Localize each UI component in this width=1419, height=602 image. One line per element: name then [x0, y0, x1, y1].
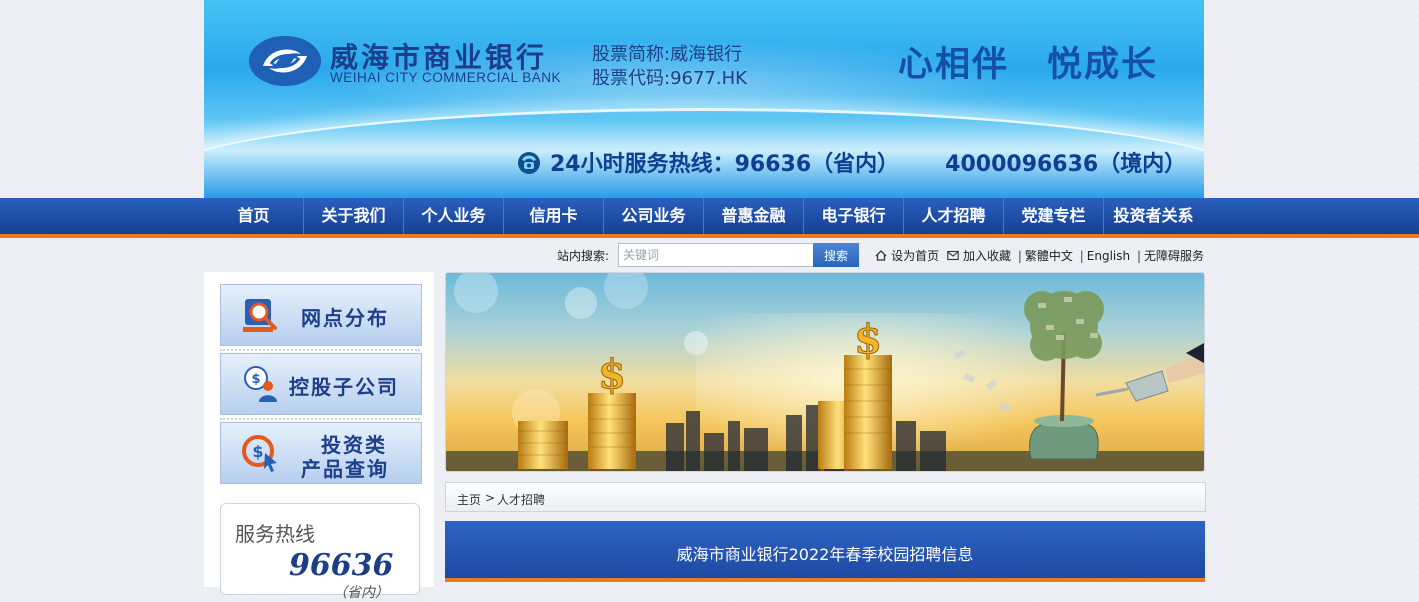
svg-text:$: $: [854, 316, 882, 363]
hotline-box-number: 96636: [289, 548, 394, 583]
search-button[interactable]: 搜索: [813, 243, 859, 267]
hotline-international: 4000096636（境内）: [945, 152, 1187, 177]
hero-banner-image: $ $: [445, 272, 1205, 472]
bank-logo-icon[interactable]: [249, 36, 321, 86]
subsidiaries-label: 控股子公司: [289, 375, 399, 399]
nav-item-personal[interactable]: 个人业务: [404, 198, 504, 234]
sidebar: 网点分布 $ 控股子公司 $ 投资类 产品查询 服务热线 96636 （省内）: [204, 272, 434, 601]
bank-name-en: WEIHAI CITY COMMERCIAL BANK: [330, 70, 562, 85]
separator: |: [1136, 249, 1141, 263]
breadcrumb: 主页 > 人才招聘: [445, 482, 1206, 512]
nav-item-inclusive-finance[interactable]: 普惠金融: [704, 198, 804, 234]
slogan-part-1: 心相伴: [898, 45, 1010, 85]
add-favorite-link[interactable]: 加入收藏: [963, 249, 1011, 263]
article-title-bar: 威海市商业银行2022年春季校园招聘信息: [445, 521, 1205, 582]
telephone-icon: [518, 152, 540, 174]
home-icon: [875, 250, 887, 261]
svg-text:$: $: [252, 442, 263, 461]
magnifier-map-icon: [243, 299, 277, 332]
person-money-icon: $: [244, 366, 277, 402]
slogan: 心相伴 悦成长: [898, 36, 1196, 87]
nav-item-careers[interactable]: 人才招聘: [904, 198, 1004, 234]
accessibility-link[interactable]: 无障碍服务: [1144, 249, 1204, 263]
stock-name: 股票简称:威海银行: [592, 44, 743, 65]
nav-item-credit-card[interactable]: 信用卡: [504, 198, 604, 234]
breadcrumb-current[interactable]: 人才招聘: [497, 491, 545, 508]
investment-products-label-line2: 产品查询: [301, 457, 389, 481]
finance-growth-illustration: $ $: [446, 273, 1204, 471]
main-nav-bar: 首页 关于我们 个人业务 信用卡 公司业务 普惠金融 电子银行 人才招聘 党建专…: [0, 198, 1419, 238]
branch-locator-label: 网点分布: [301, 306, 389, 330]
utility-links: 设为首页 加入收藏 | 繁體中文 | English | 无障碍服务: [875, 247, 1204, 264]
header-banner: 威海市商业银行 WEIHAI CITY COMMERCIAL BANK 股票简称…: [204, 0, 1204, 198]
nav-item-party-building[interactable]: 党建专栏: [1004, 198, 1104, 234]
dollar-cursor-icon: $: [242, 435, 277, 472]
hotline-domestic: 24小时服务热线：96636（省内）: [550, 152, 900, 177]
separator: |: [1079, 249, 1084, 263]
service-hotline-box: 服务热线 96636 （省内）: [220, 503, 420, 601]
hotline-box-region: （省内）: [333, 585, 389, 601]
separator: |: [1017, 249, 1022, 263]
article-title: 威海市商业银行2022年春季校园招聘信息: [676, 545, 974, 564]
breadcrumb-home-link[interactable]: 主页: [457, 491, 481, 508]
breadcrumb-arrow: >: [485, 491, 496, 505]
divider: [220, 349, 420, 351]
stock-code: 股票代码:9677.HK: [592, 68, 747, 89]
service-hotline: 24小时服务热线：96636（省内） 4000096636（境内）: [516, 146, 1186, 178]
subsidiaries-button[interactable]: $ 控股子公司: [220, 353, 422, 415]
nav-item-e-banking[interactable]: 电子银行: [804, 198, 904, 234]
divider: [220, 418, 420, 420]
svg-text:$: $: [598, 351, 626, 398]
utility-bar: 站内搜索: 搜索 设为首页 加入收藏 |繁體中文 |English |无障碍服务: [204, 241, 1204, 269]
hotline-box-title: 服务热线: [235, 522, 315, 546]
nav-item-investor-relations[interactable]: 投资者关系: [1104, 198, 1203, 234]
traditional-chinese-link[interactable]: 繁體中文: [1025, 249, 1073, 263]
nav-item-about[interactable]: 关于我们: [304, 198, 404, 234]
nav-item-corporate[interactable]: 公司业务: [604, 198, 704, 234]
search-input[interactable]: [618, 243, 818, 267]
set-home-link[interactable]: 设为首页: [891, 249, 939, 263]
svg-text:$: $: [251, 372, 260, 387]
investment-products-button[interactable]: $ 投资类 产品查询: [220, 422, 422, 484]
branch-locator-button[interactable]: 网点分布: [220, 284, 422, 346]
english-link[interactable]: English: [1087, 249, 1130, 263]
main-nav: 首页 关于我们 个人业务 信用卡 公司业务 普惠金融 电子银行 人才招聘 党建专…: [204, 198, 1204, 234]
search-label: 站内搜索:: [557, 249, 610, 263]
slogan-part-2: 悦成长: [1047, 45, 1159, 85]
envelope-icon: [947, 250, 959, 261]
nav-item-home[interactable]: 首页: [204, 198, 304, 234]
